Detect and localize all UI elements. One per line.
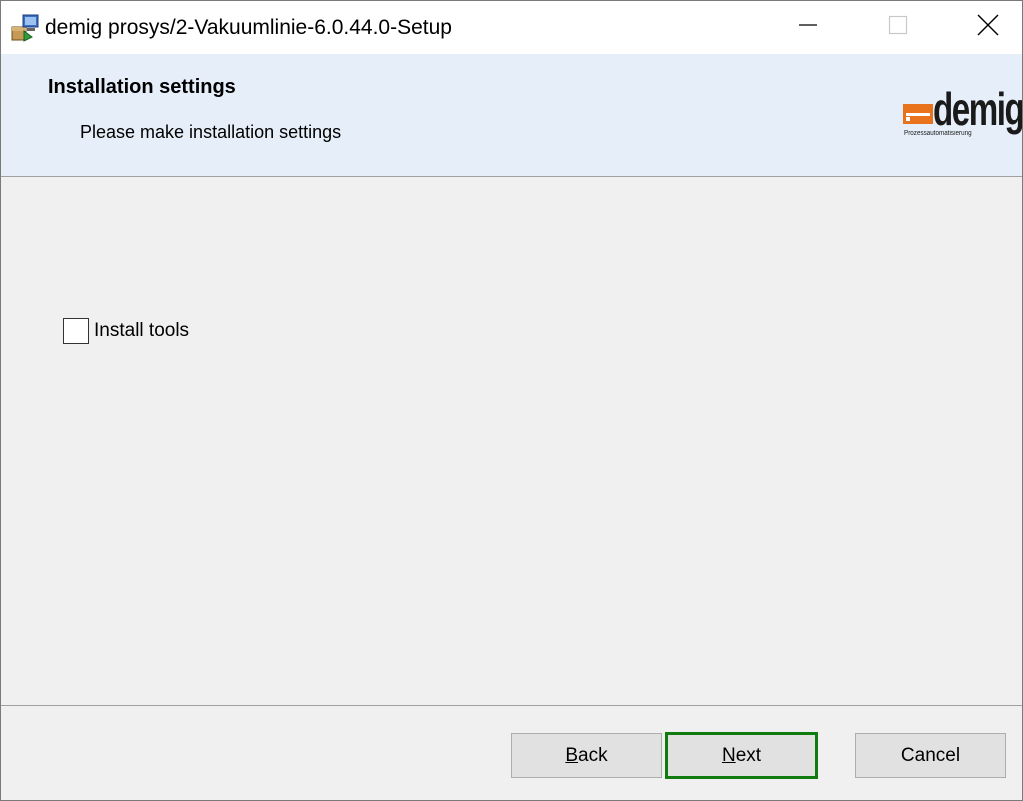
install-tools-checkbox[interactable] [63,318,89,344]
minimize-button[interactable] [773,1,843,54]
cancel-button[interactable]: Cancel [855,733,1006,778]
next-label-rest: ext [735,744,762,766]
maximize-icon [888,15,908,40]
maximize-button[interactable] [863,1,933,54]
close-icon [977,14,999,41]
back-label-rest: ack [578,744,608,766]
dialog-footer: Back Next Cancel [1,706,1022,800]
back-button[interactable]: Back [511,733,662,778]
installer-package-icon [10,13,44,43]
minimize-icon [798,15,818,40]
install-tools-label: Install tools [94,320,190,341]
close-button[interactable] [953,1,1022,54]
dialog-content: Install tools [1,178,1022,705]
logo-mark-icon [903,104,933,124]
install-tools-option[interactable]: Install tools [63,318,189,344]
title-bar[interactable]: demig prosys/2-Vakuumlinie-6.0.44.0-Setu… [1,1,1022,54]
logo-tagline: Prozessautomatisierung [904,130,972,137]
page-subtitle: Please make installation settings [80,122,342,142]
back-mnemonic: B [565,744,579,766]
demig-logo: demig Prozessautomatisierung [903,83,1022,150]
next-button[interactable]: Next [665,732,818,779]
window-title: demig prosys/2-Vakuumlinie-6.0.44.0-Setu… [45,16,452,39]
header-banner: Installation settings Please make instal… [1,54,1022,177]
page-title: Installation settings [48,76,236,98]
logo-wordmark: demig [933,83,1023,135]
next-mnemonic: N [721,744,736,766]
setup-dialog-window: demig prosys/2-Vakuumlinie-6.0.44.0-Setu… [0,0,1023,801]
